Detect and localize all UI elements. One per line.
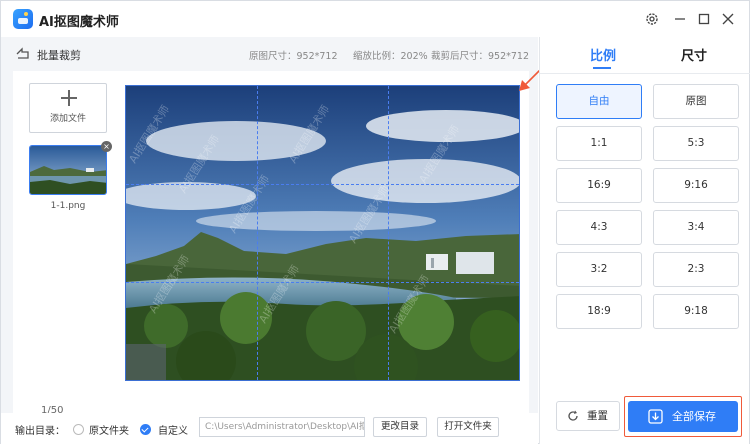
ratio-option-9-18[interactable]: 9:18 bbox=[653, 294, 739, 329]
crop-image-preview[interactable]: AI抠图魔术师 AI抠图魔术师 AI抠图魔术师 AI抠图魔术师 AI抠图魔术师 … bbox=[125, 85, 520, 381]
crop-settings-panel: 比例 尺寸 自由 原图 1:1 5:3 16:9 9:16 4:3 3:4 3:… bbox=[539, 37, 750, 444]
ratio-option-5-3[interactable]: 5:3 bbox=[653, 126, 739, 161]
ratio-option-1-1[interactable]: 1:1 bbox=[556, 126, 642, 161]
reset-label: 重置 bbox=[587, 410, 608, 422]
original-size-text: 原图尺寸：952*712 bbox=[249, 51, 338, 62]
open-folder-button[interactable]: 打开文件夹 bbox=[437, 417, 499, 437]
radio-custom-folder[interactable] bbox=[140, 424, 151, 435]
maximize-icon[interactable] bbox=[693, 8, 715, 30]
app-logo-icon bbox=[13, 9, 33, 29]
save-all-button[interactable]: 全部保存 bbox=[628, 401, 738, 432]
output-dir-label: 输出目录： bbox=[15, 426, 65, 437]
ratio-option-2-3[interactable]: 2:3 bbox=[653, 252, 739, 287]
editor-panel: 批量裁剪 原图尺寸：952*712 缩放比例：202% 裁剪后尺寸：952*71… bbox=[1, 37, 550, 444]
download-icon bbox=[648, 409, 663, 424]
save-all-label: 全部保存 bbox=[672, 410, 716, 423]
ratio-option-4-3[interactable]: 4:3 bbox=[556, 210, 642, 245]
page-title: 批量裁剪 bbox=[37, 49, 81, 62]
custom-folder-label: 自定义 bbox=[158, 426, 188, 437]
ratio-option-16-9[interactable]: 16:9 bbox=[556, 168, 642, 203]
file-name: 1-1.png bbox=[50, 201, 86, 211]
title-bar: AI抠图魔术师 bbox=[1, 1, 749, 37]
crop-grid-line bbox=[388, 86, 389, 380]
add-file-label: 添加文件 bbox=[49, 114, 86, 124]
ratio-option-18-9[interactable]: 18:9 bbox=[556, 294, 642, 329]
zoom-ratio-text: 缩放比例：202% bbox=[353, 51, 428, 62]
active-tab-indicator bbox=[593, 67, 611, 69]
tab-size[interactable]: 尺寸 bbox=[681, 45, 707, 64]
back-home-icon[interactable] bbox=[15, 46, 31, 60]
reset-button[interactable]: 重置 bbox=[556, 401, 620, 431]
add-file-button[interactable]: 添加文件 bbox=[29, 83, 107, 133]
output-bar: 输出目录： 原文件夹 自定义 C:\Users\Administrator\De… bbox=[1, 413, 538, 444]
ratio-option-free[interactable]: 自由 bbox=[556, 84, 642, 119]
crop-grid-line bbox=[126, 184, 519, 185]
ratio-option-9-16[interactable]: 9:16 bbox=[653, 168, 739, 203]
ratio-option-original[interactable]: 原图 bbox=[653, 84, 739, 119]
ratio-option-3-2[interactable]: 3:2 bbox=[556, 252, 642, 287]
change-directory-button[interactable]: 更改目录 bbox=[373, 417, 427, 437]
minimize-icon[interactable] bbox=[669, 8, 691, 30]
plus-icon bbox=[61, 90, 77, 106]
radio-original-folder[interactable] bbox=[73, 424, 84, 435]
editor-toolbar: 批量裁剪 原图尺寸：952*712 缩放比例：202% 裁剪后尺寸：952*71… bbox=[1, 37, 538, 71]
reset-icon bbox=[568, 410, 578, 421]
app-window: AI抠图魔术师 批量裁剪 原图尺寸：952*712 缩放比例：202% 裁剪后尺… bbox=[0, 0, 750, 444]
crop-grid-line bbox=[126, 282, 519, 283]
original-folder-label: 原文件夹 bbox=[89, 426, 129, 437]
app-title: AI抠图魔术师 bbox=[39, 15, 119, 30]
close-icon[interactable] bbox=[717, 8, 739, 30]
output-path-field[interactable]: C:\Users\Administrator\Desktop\AI抠图 bbox=[199, 417, 365, 437]
settings-gear-icon[interactable] bbox=[641, 8, 663, 30]
tab-ratio[interactable]: 比例 bbox=[590, 45, 616, 64]
file-thumbnail[interactable] bbox=[29, 145, 107, 195]
crop-grid-line bbox=[257, 86, 258, 380]
canvas-area: 添加文件 × 1-1.png 1/50 AI抠图魔术师 AI抠图魔术师 AI抠图… bbox=[13, 60, 550, 423]
tab-divider bbox=[540, 73, 750, 74]
remove-file-close-icon[interactable]: × bbox=[101, 141, 112, 152]
ratio-option-3-4[interactable]: 3:4 bbox=[653, 210, 739, 245]
